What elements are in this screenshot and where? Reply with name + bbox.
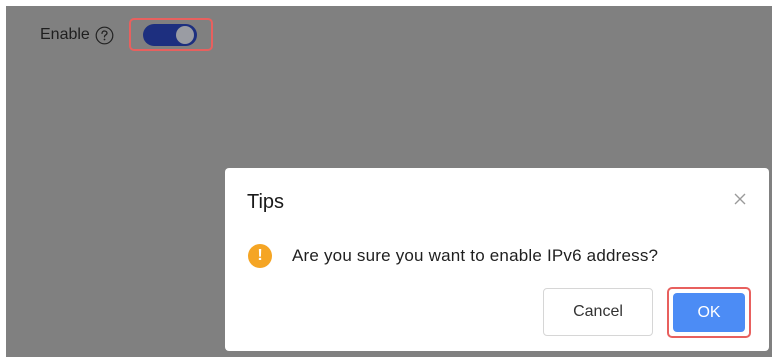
dialog-message-row: ! Are you sure you want to enable IPv6 a… bbox=[248, 244, 658, 268]
enable-setting-row: Enable bbox=[40, 20, 114, 50]
ok-highlight-box: OK bbox=[667, 287, 751, 338]
toggle-highlight-box bbox=[129, 18, 213, 51]
ok-button[interactable]: OK bbox=[673, 293, 745, 332]
toggle-knob bbox=[176, 26, 194, 44]
question-circle-icon[interactable] bbox=[95, 26, 114, 45]
cancel-button[interactable]: Cancel bbox=[543, 288, 653, 336]
enable-label: Enable bbox=[40, 26, 90, 43]
exclamation-circle-icon: ! bbox=[248, 244, 272, 268]
dialog-message: Are you sure you want to enable IPv6 add… bbox=[292, 246, 659, 265]
dialog-title: Tips bbox=[247, 191, 285, 213]
tips-dialog: Tips ! Are you sure you want to enable I… bbox=[225, 168, 769, 351]
enable-toggle[interactable] bbox=[143, 24, 197, 46]
close-icon[interactable] bbox=[733, 192, 747, 206]
